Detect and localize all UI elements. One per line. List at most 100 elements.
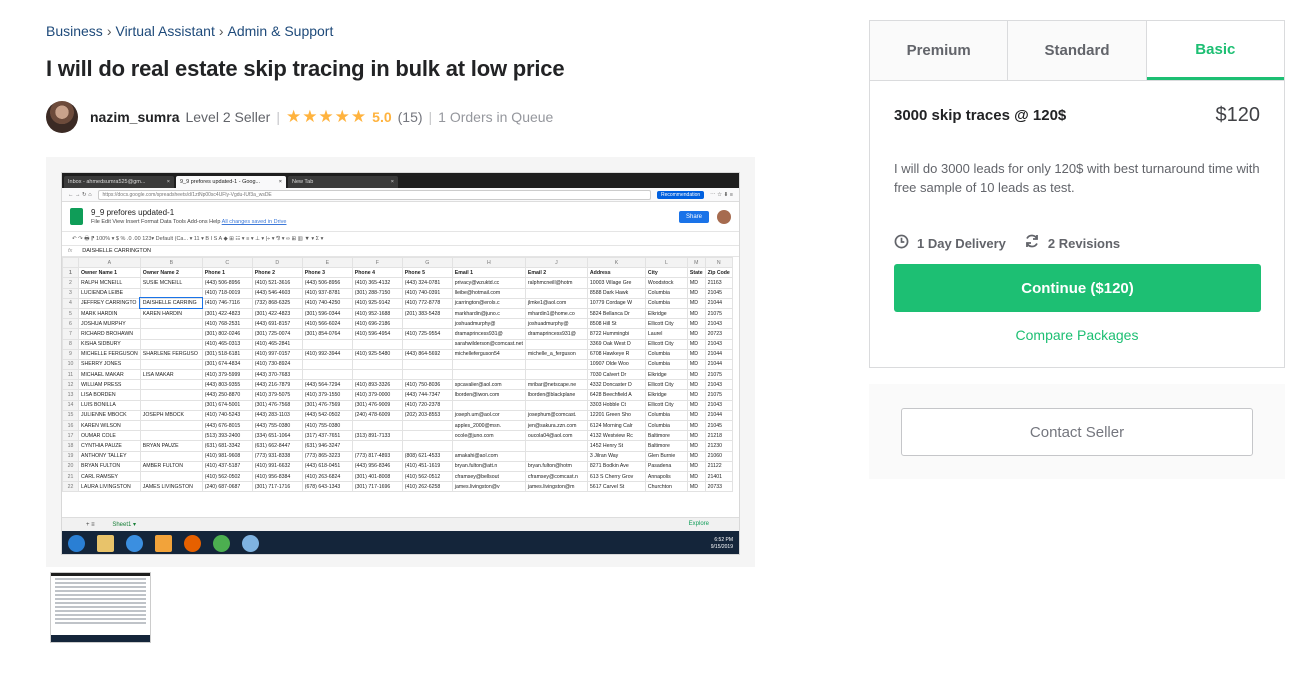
sheet-cell: MD <box>686 460 706 472</box>
sheet-cell <box>451 358 526 371</box>
sheet-cell: MICHELLE FERGUSON <box>78 348 141 360</box>
sheet-cell: LISA MAKAR <box>139 369 203 381</box>
browser-tab-sheet: 9_9 prefores updated-1 - Goog... × <box>176 176 286 188</box>
sheet-cell: LUCIENDA LEIBE <box>78 287 141 299</box>
sheet-cell: Laurel <box>644 328 688 340</box>
sheet-cell: (301) 717-1716 <box>251 481 303 493</box>
sheet-cell: Zip Code <box>704 267 733 279</box>
sheet-cell: joshuadmurphy@ <box>524 318 588 330</box>
sheet-cell: (410) 991-6632 <box>251 460 303 472</box>
gallery-thumbnail[interactable] <box>50 572 151 643</box>
start-icon <box>68 535 85 552</box>
browser-actions-icon: ⋯ ☆ ⬇ ≡ <box>710 191 733 198</box>
taskbar-clock: 6:52 PM 9/15/2019 <box>710 536 733 550</box>
sheet-cell: ANTHONY TALLEY <box>78 450 141 462</box>
sheet-cell: M <box>686 256 706 269</box>
sheet-cell: 13 <box>62 389 79 401</box>
doc-title: 9_9 prefores updated-1 <box>91 208 175 217</box>
sheet-row: 20 BRYAN FULTON AMBER FULTON (410) 437-5187… <box>62 460 733 472</box>
seller-name[interactable]: nazim_sumra <box>90 109 179 125</box>
contact-seller-button[interactable]: Contact Seller <box>901 408 1253 456</box>
sheet-cell: Phone 5 <box>401 267 453 279</box>
sheet-cell: (443) 324-0781 <box>401 277 453 289</box>
sheet-cell: 14 <box>62 399 79 411</box>
sheet-cell: 613 S Cherry Grov <box>586 470 646 483</box>
sheet-cell: 8508 Hill St <box>586 318 646 330</box>
sheet-cell: (443) 618-0451 <box>301 460 353 472</box>
continue-button[interactable]: Continue ($120) <box>894 264 1261 312</box>
tab-standard[interactable]: Standard <box>1008 21 1147 80</box>
sheet-row: 4 JEFFREY CARRINGTO DAISHELLE CARRING (410)… <box>62 297 733 310</box>
sheet-cell: KAREN WILSON <box>78 419 141 432</box>
breadcrumb-virtual-assistant[interactable]: Virtual Assistant <box>115 23 214 39</box>
breadcrumb: Business › Virtual Assistant › Admin & S… <box>46 23 333 39</box>
package-name: 3000 skip traces @ 120$ <box>894 107 1067 124</box>
sheet-cell <box>524 440 588 452</box>
gig-gallery[interactable]: Inbox - ahmedsumra525@gm... × 9_9 prefore… <box>46 157 755 567</box>
sheet-cell: (301) 725-0074 <box>251 328 303 340</box>
breadcrumb-separator: › <box>218 23 224 39</box>
sheet-cell <box>401 369 453 381</box>
breadcrumb-business[interactable]: Business <box>46 23 103 39</box>
sheet-cell: A <box>78 256 141 269</box>
sheet-cell: JULIENNE MBOCK <box>78 409 141 422</box>
sheet-row: 6 JOSHUA MURPHY (410) 768-2531 (443) 691-81… <box>62 318 733 330</box>
sheet-cell: mribar@netscape.ne <box>524 379 588 391</box>
sheet-cell: (301) 802-0246 <box>201 328 253 340</box>
sheet-cell: MD <box>686 481 706 493</box>
sheet-cell: 6708 Hawkeye R <box>586 348 646 360</box>
sheet-cell: james.livingston@m <box>524 481 588 493</box>
sheet-cell: mhardin1@home.co <box>524 307 588 320</box>
sheet-cell: 1452 Henry St <box>586 440 646 452</box>
sheet-cell: 12 <box>62 379 79 391</box>
sheet-cell: 21043 <box>704 318 733 330</box>
reviews-count[interactable]: (15) <box>398 109 423 125</box>
sheet-cell: (443) 676-8015 <box>201 419 253 432</box>
sheet-cell: (410) 730-8924 <box>251 358 303 371</box>
sheet-cell: (410) 718-0019 <box>201 287 253 299</box>
sheet-cell: 5 <box>62 307 79 320</box>
sheet-cell: Email 1 <box>451 267 526 279</box>
compare-packages-link[interactable]: Compare Packages <box>870 327 1284 343</box>
sheet-cell: 21043 <box>704 399 733 411</box>
sheet-cell: 19 <box>62 450 79 462</box>
sheet-cell: (410) 720-2378 <box>401 399 453 411</box>
tab-premium[interactable]: Premium <box>870 21 1009 80</box>
sheet-cell: 7 <box>62 328 79 340</box>
sheet-cell: City <box>644 267 688 279</box>
sheet-cell: SUSIE MCNEILL <box>139 277 203 289</box>
sheet-cell: 21075 <box>704 307 733 320</box>
sheet-cell: MD <box>686 389 706 401</box>
sheet-row: 8 KISHA SIDBURY (410) 465-0313 (410) 465-28… <box>62 338 733 350</box>
doc-menu: File Edit View Insert Format Data Tools … <box>91 219 287 225</box>
sheet-cell: Ellicott City <box>644 338 688 350</box>
sheet-cell: Elkridge <box>644 389 688 401</box>
sheet-cell: JEFFREY CARRINGTO <box>78 297 141 309</box>
tab-basic[interactable]: Basic <box>1146 21 1284 80</box>
sheet-cell: JOSEPH MBOCK <box>139 409 203 422</box>
sheet-cell: (301) 476-7569 <box>301 399 353 411</box>
sheet-cell: (334) 651-1064 <box>251 430 303 442</box>
browser-url-bar: ← → ↻ ⌂ https://docs.google.com/spreadsh… <box>62 188 739 202</box>
sheet-cell: 21075 <box>704 369 733 381</box>
package-card: Premium Standard Basic 3000 skip traces … <box>869 20 1285 368</box>
sheet-cell: Woodstock <box>644 277 688 289</box>
sheet-cell: MD <box>686 287 706 299</box>
seller-avatar[interactable] <box>46 101 78 133</box>
sheet-cell <box>139 470 203 483</box>
package-tabs: Premium Standard Basic <box>870 21 1284 81</box>
folder-icon <box>97 535 114 552</box>
sheet-cell: LISA BORDEN <box>78 389 141 401</box>
sheet-cell: Phone 1 <box>201 267 253 279</box>
sheet-cell: H <box>451 256 526 269</box>
breadcrumb-admin-support[interactable]: Admin & Support <box>228 23 334 39</box>
url-field: https://docs.google.com/spreadsheets/d/1… <box>97 189 651 200</box>
sheet-cell: (443) 216-7879 <box>251 379 303 391</box>
sheet-cell <box>301 338 353 350</box>
sheet-row: 15 JULIENNE MBOCK JOSEPH MBOCK (410) 740-52… <box>62 409 733 422</box>
browser-tab-inbox: Inbox - ahmedsumra525@gm... × <box>64 176 174 188</box>
sheet-cell: (301) 674-4834 <box>201 358 253 371</box>
sheet-cell: (301) 476-9009 <box>351 399 403 411</box>
sheet-cell: RALPH MCNEILL <box>78 277 141 289</box>
sheet-cell: SHARLENE FERGUSO <box>139 348 203 360</box>
